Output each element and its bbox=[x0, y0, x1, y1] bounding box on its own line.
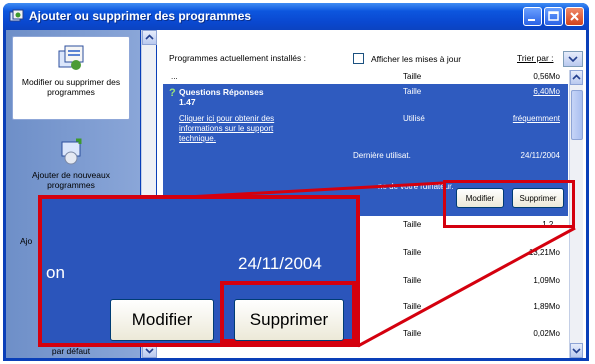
title-bar[interactable]: Ajouter ou supprimer des programmes bbox=[3, 3, 589, 30]
sort-by-label: Trier par : bbox=[517, 53, 554, 63]
last-used-value: 24/11/2004 bbox=[520, 151, 560, 160]
sidebar-item-change-remove[interactable]: Modifier ou supprimer des programmes bbox=[12, 36, 130, 120]
scroll-up-button[interactable] bbox=[570, 70, 583, 85]
sort-by-dropdown[interactable] bbox=[563, 51, 583, 67]
maximize-icon bbox=[548, 11, 559, 21]
window-title: Ajouter ou supprimer des programmes bbox=[29, 9, 252, 23]
size-label: Taille bbox=[403, 248, 422, 257]
minimize-button[interactable] bbox=[523, 7, 542, 26]
size-value: 1,89Mo bbox=[533, 302, 560, 311]
chevron-down-icon bbox=[568, 56, 578, 63]
size-value: 0,02Mo bbox=[533, 329, 560, 338]
close-icon bbox=[570, 12, 579, 21]
scrollbar-thumb[interactable] bbox=[571, 90, 583, 140]
program-name: Questions Réponses 1.47 bbox=[179, 87, 264, 107]
scroll-up-button[interactable] bbox=[142, 30, 157, 45]
size-label: Taille bbox=[403, 72, 422, 81]
size-value: 0,56Mo bbox=[533, 72, 560, 81]
sidebar-item-label: Ajo bbox=[20, 236, 33, 246]
sidebar-item-add-new[interactable]: Ajouter de nouveaux programmes bbox=[12, 130, 130, 200]
sidebar-item-defaults-label[interactable]: par défaut bbox=[12, 346, 130, 356]
scroll-down-button[interactable] bbox=[570, 343, 583, 358]
program-name: ... bbox=[171, 72, 178, 81]
list-header: Programmes actuellement installés : Affi… bbox=[157, 30, 586, 70]
sidebar-item-label: Modifier ou supprimer des programmes bbox=[21, 77, 121, 97]
show-updates-label[interactable]: Afficher les mises à jour bbox=[371, 54, 461, 64]
size-value-link[interactable]: 6,40Mo bbox=[533, 87, 560, 96]
last-used-label: Dernière utilisat. bbox=[353, 151, 411, 160]
chevron-up-icon bbox=[572, 74, 581, 80]
chevron-up-icon bbox=[145, 34, 154, 40]
used-value-link[interactable]: fréquemment bbox=[513, 114, 560, 123]
sidebar-item-label: Ajouter de nouveaux programmes bbox=[32, 170, 110, 190]
support-info-link[interactable]: Cliquer ici pour obtenir des information… bbox=[179, 114, 299, 144]
list-item[interactable]: ... Taille 0,56Mo bbox=[163, 70, 568, 85]
add-remove-programs-icon bbox=[9, 9, 24, 22]
minimize-icon bbox=[528, 19, 535, 21]
used-label: Utilisé bbox=[403, 114, 425, 123]
maximize-button[interactable] bbox=[544, 7, 563, 26]
zoom-last-used-date: 24/11/2004 bbox=[238, 254, 322, 273]
size-label: Taille bbox=[403, 87, 422, 96]
show-updates-checkbox[interactable] bbox=[353, 53, 364, 64]
question-mark-icon: ? bbox=[169, 87, 176, 99]
size-label: Taille bbox=[403, 276, 422, 285]
close-button[interactable] bbox=[565, 7, 584, 26]
size-label: Taille bbox=[403, 329, 422, 338]
change-remove-programs-icon bbox=[58, 45, 84, 70]
zoom-callout: on 24/11/2004 Modifier Supprimer bbox=[38, 195, 360, 347]
buttons-highlight-box bbox=[443, 180, 575, 228]
chevron-down-icon bbox=[572, 348, 581, 354]
installed-programs-label: Programmes actuellement installés : bbox=[169, 53, 307, 63]
size-value: 1,09Mo bbox=[533, 276, 560, 285]
size-value: 13,21Mo bbox=[528, 248, 560, 257]
zoom-program-name: on bbox=[46, 263, 65, 282]
zoom-remove-button[interactable]: Supprimer bbox=[234, 299, 344, 341]
sidebar-item-label: par défaut bbox=[51, 346, 91, 356]
add-new-programs-icon bbox=[61, 138, 82, 165]
size-label: Taille bbox=[403, 302, 422, 311]
zoom-modify-button[interactable]: Modifier bbox=[110, 299, 214, 341]
size-label: Taille bbox=[403, 220, 422, 229]
